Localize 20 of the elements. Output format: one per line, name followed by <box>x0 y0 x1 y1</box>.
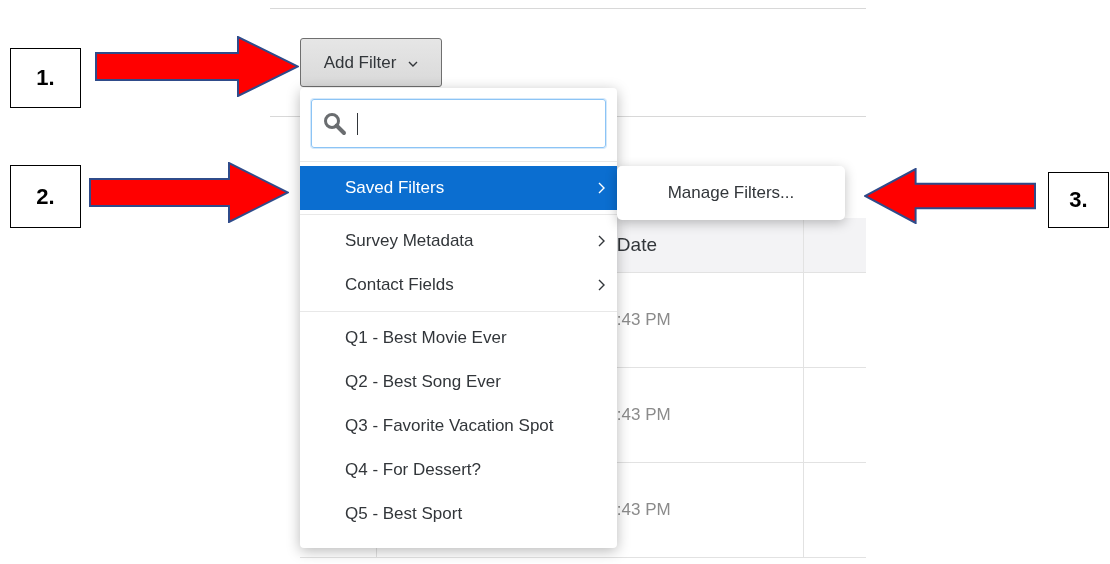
table-cell: :43 PM <box>616 310 671 330</box>
menu-item[interactable]: Q5 - Best Sport <box>300 492 617 536</box>
menu-item[interactable]: Q2 - Best Song Ever <box>300 360 617 404</box>
search-icon <box>323 111 347 136</box>
callout-number: 1. <box>10 48 81 108</box>
menu-item[interactable]: Contact Fields <box>300 263 617 307</box>
menu-item[interactable]: Q3 - Favorite Vacation Spot <box>300 404 617 448</box>
add-filter-button[interactable]: Add Filter <box>300 38 442 87</box>
menu-item[interactable]: Saved Filters <box>300 166 617 210</box>
table-cell: :43 PM <box>616 500 671 520</box>
menu-item[interactable]: Survey Metadata <box>300 219 617 263</box>
search-field[interactable] <box>311 99 606 148</box>
column-header: Date <box>616 234 657 256</box>
menu-item[interactable]: Q1 - Best Movie Ever <box>300 316 617 360</box>
table-cell: :43 PM <box>616 405 671 425</box>
chevron-down-icon <box>408 61 419 67</box>
menu-item[interactable]: Q4 - For Dessert? <box>300 448 617 492</box>
callout-number: 2. <box>10 165 81 228</box>
callout-number: 3. <box>1048 172 1109 228</box>
menu-item[interactable]: Manage Filters... <box>667 183 795 203</box>
